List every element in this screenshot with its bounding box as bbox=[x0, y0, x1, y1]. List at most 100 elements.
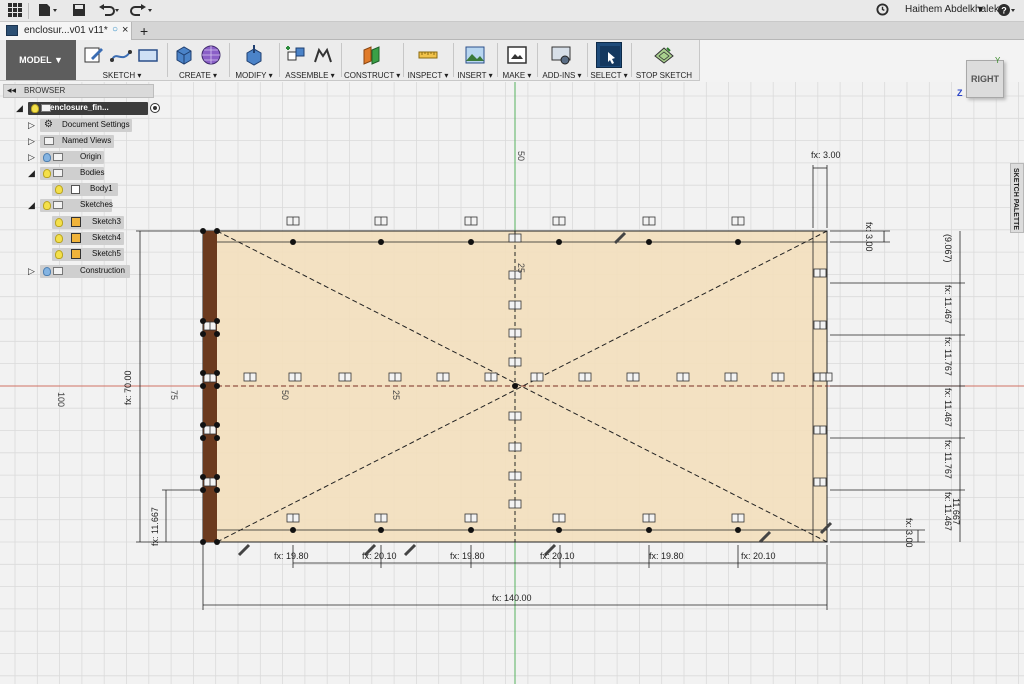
chevron-down-icon[interactable]: ▼ bbox=[976, 4, 985, 14]
workspace-switcher[interactable]: MODEL ▼ bbox=[6, 40, 76, 80]
visibility-bulb-icon[interactable] bbox=[43, 267, 51, 276]
toolbar-group-assemble[interactable]: ASSEMBLE ▾ bbox=[282, 40, 338, 81]
coincident-constraint-icon[interactable] bbox=[388, 372, 402, 382]
press-pull-icon[interactable] bbox=[243, 44, 265, 66]
coincident-constraint-icon[interactable] bbox=[626, 372, 640, 382]
coincident-constraint-icon[interactable] bbox=[508, 328, 522, 338]
toolbar-group-create[interactable]: CREATE ▾ bbox=[170, 40, 226, 81]
browser-node-root[interactable]: ◢ enclosure_fin... bbox=[14, 102, 160, 115]
box-icon[interactable] bbox=[173, 44, 195, 66]
coincident-constraint-icon[interactable] bbox=[813, 477, 827, 487]
coincident-constraint-icon[interactable] bbox=[203, 321, 217, 331]
help-icon[interactable]: ? bbox=[996, 3, 1018, 19]
undo-icon[interactable] bbox=[96, 3, 124, 19]
toolbar-group-construct[interactable]: CONSTRUCT ▾ bbox=[344, 40, 400, 81]
toolbar-group-inspect[interactable]: INSPECT ▾ bbox=[406, 40, 450, 81]
sketch-point[interactable] bbox=[200, 487, 206, 493]
sketch-point[interactable] bbox=[200, 331, 206, 337]
expand-icon[interactable]: ◢ bbox=[16, 103, 23, 114]
expand-icon[interactable]: ◢ bbox=[28, 168, 35, 179]
sketch-point[interactable] bbox=[214, 318, 220, 324]
sketch-point[interactable] bbox=[290, 239, 296, 245]
coincident-constraint-icon[interactable] bbox=[508, 471, 522, 481]
visibility-bulb-icon[interactable] bbox=[55, 218, 63, 227]
browser-node-document-settings[interactable]: ▷ ⚙ Document Settings bbox=[26, 119, 136, 132]
joint-icon[interactable] bbox=[312, 44, 334, 66]
browser-node-sketch5[interactable]: Sketch5 bbox=[52, 248, 132, 261]
sketch-point[interactable] bbox=[214, 539, 220, 545]
sketch-point[interactable] bbox=[378, 239, 384, 245]
sketch-point[interactable] bbox=[735, 527, 741, 533]
stop-sketch-icon[interactable] bbox=[653, 44, 675, 66]
sketch-point[interactable] bbox=[290, 527, 296, 533]
coincident-constraint-icon[interactable] bbox=[374, 216, 388, 226]
coincident-constraint-icon[interactable] bbox=[203, 477, 217, 487]
browser-node-construction[interactable]: ▷ Construction bbox=[26, 265, 136, 278]
coincident-constraint-icon[interactable] bbox=[203, 373, 217, 383]
coincident-constraint-icon[interactable] bbox=[642, 216, 656, 226]
toolbar-group-make[interactable]: MAKE ▾ bbox=[500, 40, 534, 81]
browser-panel-header[interactable]: ◂◂ BROWSER bbox=[3, 84, 154, 98]
offset-plane-icon[interactable] bbox=[361, 44, 383, 66]
toolbar-group-add-ins[interactable]: ADD-INS ▾ bbox=[540, 40, 584, 81]
measure-icon[interactable] bbox=[417, 44, 439, 66]
sketch-create-icon[interactable] bbox=[83, 44, 105, 66]
sketch-point[interactable] bbox=[214, 370, 220, 376]
sketch-point[interactable] bbox=[214, 383, 220, 389]
toolbar-group-sketch[interactable]: SKETCH ▾ bbox=[80, 40, 164, 81]
coincident-constraint-icon[interactable] bbox=[552, 513, 566, 523]
sphere-icon[interactable] bbox=[200, 44, 222, 66]
coincident-constraint-icon[interactable] bbox=[578, 372, 592, 382]
browser-node-sketches[interactable]: ◢ Sketches bbox=[26, 199, 136, 212]
3d-print-icon[interactable] bbox=[506, 44, 528, 66]
coincident-constraint-icon[interactable] bbox=[508, 357, 522, 367]
coincident-constraint-icon[interactable] bbox=[813, 320, 827, 330]
coincident-constraint-icon[interactable] bbox=[731, 216, 745, 226]
new-component-icon[interactable] bbox=[285, 44, 307, 66]
coincident-constraint-icon[interactable] bbox=[508, 411, 522, 421]
browser-node-named-views[interactable]: ▷ Named Views bbox=[26, 135, 126, 148]
coincident-constraint-icon[interactable] bbox=[286, 216, 300, 226]
coincident-constraint-icon[interactable] bbox=[724, 372, 738, 382]
toolbar-group-select[interactable]: SELECT ▾ bbox=[590, 40, 628, 81]
sketch-point[interactable] bbox=[200, 422, 206, 428]
sketch-point[interactable] bbox=[378, 527, 384, 533]
sketch-point[interactable] bbox=[468, 239, 474, 245]
sketch-point[interactable] bbox=[200, 474, 206, 480]
active-radio-icon[interactable] bbox=[150, 103, 160, 113]
redo-icon[interactable] bbox=[128, 3, 156, 19]
sketch-point[interactable] bbox=[214, 331, 220, 337]
sketch-point[interactable] bbox=[200, 435, 206, 441]
visibility-bulb-icon[interactable] bbox=[55, 185, 63, 194]
expand-icon[interactable]: ▷ bbox=[28, 120, 35, 131]
sketch-point[interactable] bbox=[214, 435, 220, 441]
sketch-point[interactable] bbox=[200, 318, 206, 324]
coincident-constraint-icon[interactable] bbox=[530, 372, 544, 382]
save-icon[interactable] bbox=[70, 3, 88, 19]
coincident-constraint-icon[interactable] bbox=[731, 513, 745, 523]
coincident-constraint-icon[interactable] bbox=[642, 513, 656, 523]
insert-image-icon[interactable] bbox=[464, 44, 486, 66]
visibility-bulb-icon[interactable] bbox=[43, 201, 51, 210]
expand-icon[interactable]: ◢ bbox=[28, 200, 35, 211]
coincident-constraint-icon[interactable] bbox=[508, 499, 522, 509]
coincident-constraint-icon[interactable] bbox=[484, 372, 498, 382]
view-cube[interactable]: RIGHT bbox=[966, 60, 1004, 98]
sketch-point[interactable] bbox=[556, 527, 562, 533]
sketch-point[interactable] bbox=[556, 239, 562, 245]
collapse-icon[interactable]: ◂◂ bbox=[7, 85, 16, 96]
expand-icon[interactable]: ▷ bbox=[28, 136, 35, 147]
scripts-icon[interactable] bbox=[550, 44, 572, 66]
sketch-point[interactable] bbox=[214, 228, 220, 234]
coincident-constraint-icon[interactable] bbox=[374, 513, 388, 523]
browser-node-sketch4[interactable]: Sketch4 bbox=[52, 232, 132, 245]
sketch-point[interactable] bbox=[214, 422, 220, 428]
coincident-constraint-icon[interactable] bbox=[813, 425, 827, 435]
coincident-constraint-icon[interactable] bbox=[288, 372, 302, 382]
rectangle-icon[interactable] bbox=[137, 44, 159, 66]
toolbar-group-insert[interactable]: INSERT ▾ bbox=[456, 40, 494, 81]
toolbar-group-modify[interactable]: MODIFY ▾ bbox=[232, 40, 276, 81]
visibility-bulb-icon[interactable] bbox=[55, 234, 63, 243]
coincident-constraint-icon[interactable] bbox=[508, 300, 522, 310]
sketch-point[interactable] bbox=[735, 239, 741, 245]
